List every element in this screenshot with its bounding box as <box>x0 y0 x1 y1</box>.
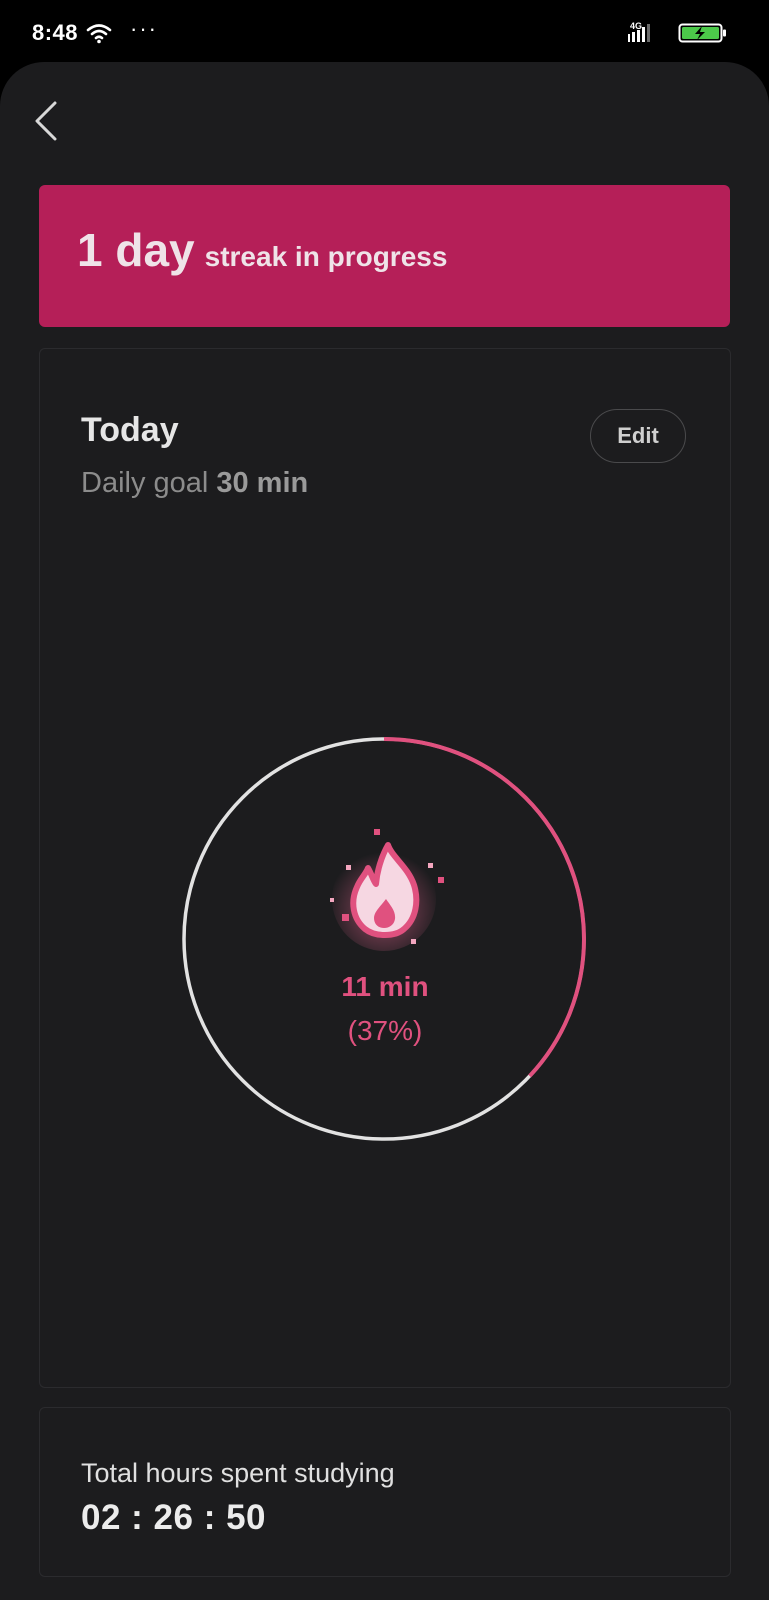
flame-icon <box>330 829 444 951</box>
signal-icon: 4G <box>628 21 650 42</box>
streak-banner: 1 day streak in progress <box>39 185 730 327</box>
total-value: 02 : 26 : 50 <box>81 1498 266 1537</box>
streak-count: 1 day <box>77 224 195 276</box>
chevron-left-icon <box>35 101 57 141</box>
daily-goal-label: Daily goal <box>81 467 209 499</box>
status-bar: 8:48 ··· 4G <box>0 0 769 64</box>
notification-dots: ··· <box>130 16 158 41</box>
streak-text: 1 day streak in progress <box>77 223 447 277</box>
streak-screen: 1 day streak in progress Today Daily goal… <box>0 62 769 1600</box>
network-type: 4G <box>630 21 642 31</box>
daily-goal: Daily goal 30 min <box>81 467 308 500</box>
total-card: Total hours spent studying 02 : 26 : 50 <box>39 1407 731 1577</box>
battery-charging-icon <box>678 23 726 43</box>
back-button[interactable] <box>26 96 66 146</box>
progress-percent: (37%) <box>347 1015 423 1046</box>
progress-minutes: 11 min <box>341 971 429 1002</box>
status-time: 8:48 <box>32 20 79 45</box>
streak-suffix: streak in progress <box>204 241 448 272</box>
total-label: Total hours spent studying <box>81 1458 395 1488</box>
today-title: Today <box>81 411 179 449</box>
edit-button[interactable]: Edit <box>590 409 686 463</box>
daily-goal-value: 30 min <box>216 467 309 499</box>
wifi-icon <box>86 24 112 44</box>
today-card: Today Daily goal 30 min Edit 11 min (37%… <box>39 348 731 1388</box>
